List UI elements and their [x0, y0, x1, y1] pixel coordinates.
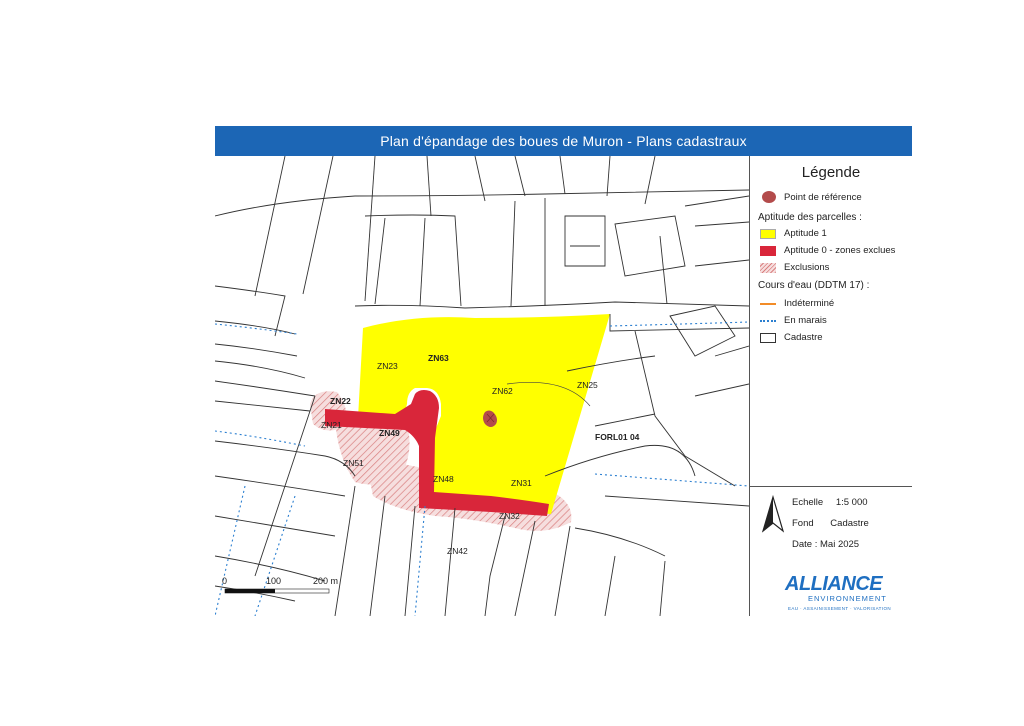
alliance-logo-tagline: EAU · ASSAINISSEMENT · VALORISATION: [788, 606, 892, 611]
aptitude1-swatch: [760, 228, 776, 239]
scale-bar: 0 100 200 m: [222, 576, 338, 594]
scale-tick-100: 100: [266, 576, 281, 586]
water-undetermined-swatch: [760, 302, 776, 305]
reference-point-label: FORL01 04: [595, 432, 640, 442]
fond-row: Fond Cadastre: [792, 518, 869, 529]
alliance-logo-sub: ENVIRONNEMENT: [808, 594, 887, 603]
reference-point-swatch: [762, 191, 776, 203]
legend-water-undetermined: Indéterminé: [760, 298, 834, 309]
legend-aptitude1: Aptitude 1: [760, 228, 827, 239]
legend-cadastre: Cadastre: [760, 332, 823, 343]
map-title: Plan d'épandage des boues de Muron - Pla…: [215, 126, 912, 156]
legend-reference-point-label: Point de référence: [784, 191, 862, 203]
legend-water-marsh: En marais: [760, 315, 827, 326]
parcel-label-zn62: ZN62: [492, 386, 513, 396]
legend-exclusions-label: Exclusions: [784, 262, 830, 273]
legend-water-heading: Cours d'eau (DDTM 17) :: [758, 280, 870, 291]
alliance-logo: ALLIANCE: [785, 573, 883, 595]
fond-value: Cadastre: [830, 518, 869, 529]
scale-row: Echelle 1:5 000: [792, 497, 868, 508]
map-sheet: Plan d'épandage des boues de Muron - Pla…: [215, 126, 912, 616]
parcel-label-zn48: ZN48: [433, 474, 454, 484]
parcel-label-zn63: ZN63: [428, 353, 449, 363]
legend-water-undetermined-label: Indéterminé: [784, 298, 835, 309]
parcel-label-zn22: ZN22: [330, 396, 351, 406]
legend-cadastre-label: Cadastre: [784, 332, 823, 343]
north-arrow-icon: [761, 495, 785, 533]
parcel-label-zn23: ZN23: [377, 361, 398, 371]
legend-aptitude0-label: Aptitude 0 - zones exclues: [784, 245, 896, 256]
scale-tick-200: 200 m: [313, 576, 338, 586]
map-info-panel: Echelle 1:5 000 Fond Cadastre Date : Mai…: [750, 486, 912, 617]
parcel-label-zn21: ZN21: [321, 420, 342, 430]
parcel-label-zn51: ZN51: [343, 458, 364, 468]
aptitude0-swatch: [760, 245, 776, 256]
legend-title: Légende: [801, 164, 861, 181]
parcel-label-zn42: ZN42: [447, 546, 468, 556]
parcel-label-zn25: ZN25: [577, 380, 598, 390]
exclusions-swatch: [760, 262, 776, 273]
cadastre-swatch: [760, 332, 776, 343]
parcel-label-zn31: ZN31: [511, 478, 532, 488]
legend-aptitude1-label: Aptitude 1: [784, 228, 827, 239]
water-marsh-swatch: [760, 319, 776, 322]
date-value: Mai 2025: [820, 539, 860, 550]
fond-label: Fond: [792, 518, 814, 529]
parcel-label-zn49: ZN49: [379, 428, 400, 438]
legend-panel: Légende Point de référence Aptitude des …: [750, 156, 912, 486]
legend-aptitude0: Aptitude 0 - zones exclues: [760, 245, 895, 256]
scale-tick-0: 0: [222, 576, 227, 586]
legend-water-marsh-label: En marais: [784, 315, 827, 326]
parcel-label-zn32: ZN32: [499, 511, 520, 521]
date-label: Date: [792, 539, 813, 550]
legend-reference-point: Point de référence: [760, 191, 862, 203]
scale-value: 1:5 000: [835, 497, 868, 508]
legend-aptitude-heading: Aptitude des parcelles :: [758, 212, 862, 223]
map-canvas: ZN23 ZN63 ZN62 ZN25 ZN22 ZN21 ZN49 ZN51 …: [215, 156, 749, 616]
cadastral-map[interactable]: ZN23 ZN63 ZN62 ZN25 ZN22 ZN21 ZN49 ZN51 …: [215, 156, 749, 616]
date-row: Date : Mai 2025: [792, 539, 860, 550]
legend-exclusions: Exclusions: [760, 262, 829, 273]
scale-label: Echelle: [792, 497, 824, 508]
